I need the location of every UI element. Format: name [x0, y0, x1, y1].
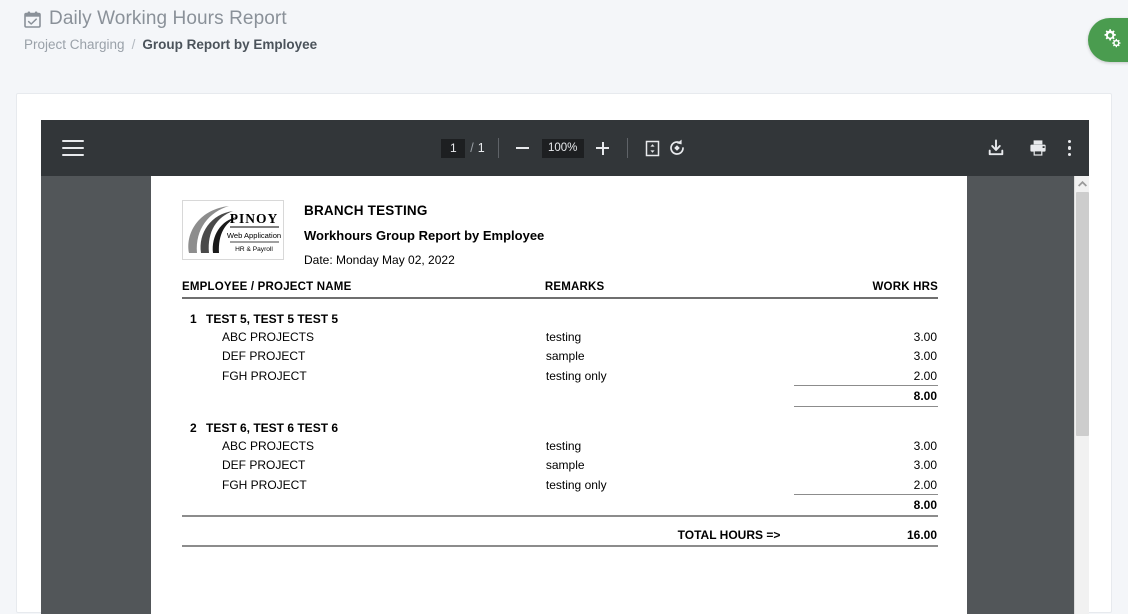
project-hours: 3.00 — [913, 349, 937, 364]
group-number: 1 — [190, 312, 197, 326]
page-title-row: Daily Working Hours Report — [24, 8, 1128, 30]
project-name: ABC PROJECTS — [222, 329, 315, 344]
column-header-name: EMPLOYEE / PROJECT NAME — [182, 281, 545, 299]
download-button[interactable] — [984, 136, 1008, 160]
download-icon — [988, 139, 1003, 156]
page-header: Daily Working Hours Report Project Charg… — [0, 0, 1128, 52]
page-title: Daily Working Hours Report — [49, 8, 287, 29]
group-employee-name: TEST 6, TEST 6 TEST 6 — [206, 420, 339, 435]
project-remarks: sample — [545, 349, 585, 364]
pdf-toolbar-right-controls — [984, 136, 1071, 160]
report-table: EMPLOYEE / PROJECT NAME REMARKS WORK HRS… — [182, 281, 938, 550]
organization-name: BRANCH TESTING — [304, 203, 428, 218]
breadcrumb-separator: / — [131, 37, 136, 52]
table-row: FGH PROJECT testing only 2.00 — [182, 366, 938, 387]
project-name: DEF PROJECT — [222, 349, 306, 364]
calendar-check-icon — [24, 11, 41, 28]
total-hours-label: TOTAL HOURS => — [677, 527, 781, 542]
project-remarks: testing — [545, 329, 582, 344]
grand-total-row: TOTAL HOURS => 16.00 — [182, 525, 938, 546]
report-date: Date: Monday May 02, 2022 — [304, 253, 455, 267]
pdf-toolbar-center-controls: / 1 — [41, 136, 1089, 160]
more-options-button[interactable] — [1067, 139, 1071, 157]
group-subtotal-value: 8.00 — [794, 494, 938, 517]
report-name: Workhours Group Report by Employee — [304, 228, 545, 243]
vertical-scrollbar[interactable] — [1074, 176, 1089, 614]
table-row: DEF PROJECT sample 3.00 — [182, 455, 938, 475]
project-name: FGH PROJECT — [222, 477, 307, 492]
project-name: FGH PROJECT — [222, 368, 307, 383]
pdf-toolbar: / 1 — [41, 120, 1089, 176]
project-name: DEF PROJECT — [222, 458, 306, 473]
group-number: 2 — [190, 420, 197, 435]
rotate-icon — [669, 139, 684, 155]
table-row: FGH PROJECT testing only 2.00 — [182, 474, 938, 496]
breadcrumb: Project Charging / Group Report by Emplo… — [24, 37, 1128, 52]
company-logo: PINOY Web Application HR & Payroll — [182, 200, 284, 260]
pdf-scroll-area: PINOY Web Application HR & Payroll BRANC… — [41, 176, 1089, 614]
column-header-remarks: REMARKS — [544, 281, 795, 299]
pdf-page: PINOY Web Application HR & Payroll BRANC… — [151, 176, 967, 614]
svg-text:HR & Payroll: HR & Payroll — [235, 246, 273, 253]
svg-text:Web Application: Web Application — [227, 231, 281, 240]
page-total-label: 1 — [477, 141, 485, 155]
print-button[interactable] — [1026, 136, 1050, 160]
group-subtotal-row: 8.00 — [182, 385, 938, 408]
svg-text:PINOY: PINOY — [230, 211, 279, 226]
toolbar-divider-2 — [626, 138, 628, 158]
report-table-body: 1 TEST 5, TEST 5 TEST 5 ABC PROJECTS test… — [182, 298, 938, 550]
fit-page-button[interactable] — [641, 136, 665, 160]
page-number-input[interactable] — [441, 138, 466, 158]
project-name: ABC PROJECTS — [222, 438, 315, 453]
group-subtotal-row: 8.00 — [182, 494, 938, 517]
project-remarks: testing — [545, 438, 582, 453]
total-bottom-rule — [182, 544, 938, 550]
project-remarks: sample — [545, 458, 585, 473]
total-hours-value: 16.00 — [906, 527, 937, 542]
document-header: PINOY Web Application HR & Payroll BRANC… — [182, 200, 938, 267]
print-icon — [1030, 140, 1046, 156]
group-employee-name: TEST 5, TEST 5 TEST 5 — [206, 312, 339, 326]
project-remarks: testing only — [545, 368, 607, 383]
table-header-row: EMPLOYEE / PROJECT NAME REMARKS WORK HRS — [182, 281, 938, 299]
zoom-level-input[interactable] — [541, 138, 584, 158]
column-header-hours: WORK HRS — [794, 281, 938, 299]
table-row: ABC PROJECTS testing 3.00 — [182, 436, 938, 456]
spacer-row — [182, 298, 938, 311]
rotate-button[interactable] — [665, 136, 689, 160]
spacer-row — [182, 407, 938, 420]
project-hours: 3.00 — [913, 458, 937, 473]
pdf-viewer: / 1 — [41, 120, 1089, 614]
group-header-row: 1 TEST 5, TEST 5 TEST 5 — [182, 311, 938, 327]
project-hours: 3.00 — [913, 329, 937, 344]
project-remarks: testing only — [545, 477, 607, 492]
report-document: PINOY Web Application HR & Payroll BRANC… — [151, 176, 967, 550]
table-row: DEF PROJECT sample 3.00 — [182, 347, 938, 367]
group-subtotal-value: 8.00 — [794, 385, 938, 408]
group-header-row: 2 TEST 6, TEST 6 TEST 6 — [182, 420, 938, 436]
table-row: ABC PROJECTS testing 3.00 — [182, 327, 938, 347]
fit-page-icon — [645, 140, 660, 156]
scroll-up-button[interactable] — [1075, 176, 1089, 192]
settings-fab-button[interactable] — [1088, 18, 1128, 62]
cogs-icon — [1101, 28, 1123, 53]
scrollbar-thumb[interactable] — [1076, 192, 1089, 436]
breadcrumb-parent-link[interactable]: Project Charging — [24, 37, 125, 52]
document-header-text: BRANCH TESTING Workhours Group Report by… — [304, 200, 544, 267]
chevron-up-icon — [1077, 181, 1087, 187]
breadcrumb-current: Group Report by Employee — [142, 37, 318, 52]
report-card: / 1 — [16, 93, 1112, 614]
zoom-in-button[interactable] — [592, 137, 614, 159]
project-hours: 3.00 — [913, 438, 937, 453]
project-hours: 2.00 — [794, 366, 938, 387]
zoom-out-button[interactable] — [512, 137, 534, 159]
total-top-rule — [182, 514, 938, 525]
page-separator: / — [470, 141, 474, 155]
toolbar-divider-1 — [497, 138, 499, 158]
project-hours: 2.00 — [794, 474, 938, 496]
